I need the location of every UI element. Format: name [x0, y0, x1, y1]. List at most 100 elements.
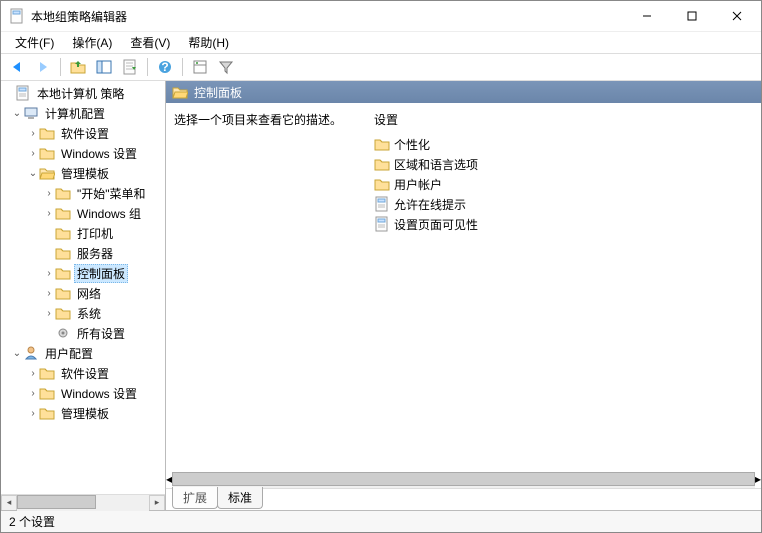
tree-windows-components[interactable]: › Windows 组	[1, 203, 165, 223]
show-hide-tree-button[interactable]	[92, 55, 116, 79]
list-item[interactable]: 设置页面可见性	[374, 214, 753, 234]
detail-pane: 控制面板 选择一个项目来查看它的描述。 设置 个性化 区域和语言选项	[166, 81, 761, 510]
folder-icon	[55, 185, 71, 201]
folder-icon	[374, 156, 390, 172]
folder-icon	[374, 136, 390, 152]
tree-user-windows[interactable]: › Windows 设置	[1, 383, 165, 403]
chevron-right-icon[interactable]: ›	[43, 208, 55, 219]
tab-extended[interactable]: 扩展	[172, 487, 218, 509]
chevron-down-icon[interactable]: ⌄	[11, 348, 23, 359]
detail-title: 控制面板	[194, 84, 242, 101]
folder-icon	[374, 176, 390, 192]
tree-windows-settings[interactable]: › Windows 设置	[1, 143, 165, 163]
tree-root[interactable]: ▸ 本地计算机 策略	[1, 83, 165, 103]
tab-standard[interactable]: 标准	[217, 487, 263, 509]
menu-view[interactable]: 查看(V)	[122, 32, 178, 53]
menu-file[interactable]: 文件(F)	[7, 32, 62, 53]
settings-heading: 设置	[374, 111, 753, 128]
help-button[interactable]: ?	[153, 55, 177, 79]
folder-icon	[39, 145, 55, 161]
scroll-right-button[interactable]: ▸	[755, 472, 761, 488]
up-button[interactable]	[66, 55, 90, 79]
tree-h-scrollbar[interactable]: ◂ ▸	[1, 494, 165, 510]
close-button[interactable]	[714, 2, 759, 30]
detail-tabs: 扩展 标准	[166, 488, 761, 510]
list-item[interactable]: 个性化	[374, 134, 753, 154]
list-item[interactable]: 用户帐户	[374, 174, 753, 194]
tree-user-software[interactable]: › 软件设置	[1, 363, 165, 383]
folder-icon	[39, 405, 55, 421]
filter-button[interactable]	[214, 55, 238, 79]
list-item[interactable]: 允许在线提示	[374, 194, 753, 214]
tree[interactable]: ▸ 本地计算机 策略 ⌄ 计算机配置 › 软件设置 › Wind	[1, 81, 165, 494]
window-title: 本地组策略编辑器	[31, 8, 624, 25]
titlebar: 本地组策略编辑器	[1, 1, 761, 31]
folder-icon	[55, 205, 71, 221]
folder-icon	[55, 245, 71, 261]
tree-network[interactable]: › 网络	[1, 283, 165, 303]
tree-all-settings[interactable]: › 所有设置	[1, 323, 165, 343]
computer-icon	[23, 105, 39, 121]
folder-icon	[39, 365, 55, 381]
folder-icon	[39, 125, 55, 141]
chevron-right-icon[interactable]: ›	[27, 368, 39, 379]
menubar: 文件(F) 操作(A) 查看(V) 帮助(H)	[1, 31, 761, 53]
policy-icon	[374, 196, 390, 212]
window: 本地组策略编辑器 文件(F) 操作(A) 查看(V) 帮助(H) ?	[0, 0, 762, 533]
folder-icon	[55, 305, 71, 321]
app-icon	[9, 8, 25, 24]
export-list-button[interactable]	[118, 55, 142, 79]
gear-icon	[55, 325, 71, 341]
policy-icon	[15, 85, 31, 101]
chevron-down-icon[interactable]: ⌄	[27, 168, 39, 179]
tree-computer-config[interactable]: ⌄ 计算机配置	[1, 103, 165, 123]
main-body: ▸ 本地计算机 策略 ⌄ 计算机配置 › 软件设置 › Wind	[1, 81, 761, 510]
user-icon	[23, 345, 39, 361]
tree-printers[interactable]: › 打印机	[1, 223, 165, 243]
description-prompt: 选择一个项目来查看它的描述。	[174, 111, 364, 128]
description-column: 选择一个项目来查看它的描述。	[174, 111, 374, 464]
tree-user-config[interactable]: ⌄ 用户配置	[1, 343, 165, 363]
chevron-right-icon[interactable]: ›	[43, 268, 55, 279]
back-button[interactable]	[5, 55, 29, 79]
chevron-right-icon[interactable]: ›	[43, 288, 55, 299]
chevron-right-icon[interactable]: ›	[43, 308, 55, 319]
tree-server[interactable]: › 服务器	[1, 243, 165, 263]
chevron-right-icon[interactable]: ›	[27, 408, 39, 419]
scroll-right-button[interactable]: ▸	[149, 495, 165, 511]
tree-control-panel[interactable]: › 控制面板	[1, 263, 165, 283]
statusbar: 2 个设置	[1, 510, 761, 532]
detail-h-scrollbar[interactable]: ◂ ▸	[166, 472, 761, 488]
status-text: 2 个设置	[9, 513, 55, 530]
settings-list: 设置 个性化 区域和语言选项 用户帐户 允许在	[374, 111, 753, 464]
chevron-down-icon[interactable]: ⌄	[11, 108, 23, 119]
tree-software-settings[interactable]: › 软件设置	[1, 123, 165, 143]
scroll-left-button[interactable]: ◂	[1, 495, 17, 511]
folder-open-icon	[39, 165, 55, 181]
chevron-right-icon[interactable]: ›	[27, 128, 39, 139]
forward-button[interactable]	[31, 55, 55, 79]
menu-action[interactable]: 操作(A)	[64, 32, 120, 53]
menu-help[interactable]: 帮助(H)	[180, 32, 237, 53]
minimize-button[interactable]	[624, 2, 669, 30]
properties-button[interactable]	[188, 55, 212, 79]
chevron-right-icon[interactable]: ›	[27, 388, 39, 399]
folder-icon	[55, 265, 71, 281]
svg-text:?: ?	[161, 60, 168, 74]
tree-user-admin[interactable]: › 管理模板	[1, 403, 165, 423]
folder-icon	[55, 285, 71, 301]
tree-start-menu[interactable]: › "开始"菜单和	[1, 183, 165, 203]
detail-header: 控制面板	[166, 81, 761, 103]
folder-icon	[55, 225, 71, 241]
toolbar: ?	[1, 53, 761, 81]
tree-pane: ▸ 本地计算机 策略 ⌄ 计算机配置 › 软件设置 › Wind	[1, 81, 166, 510]
chevron-right-icon[interactable]: ›	[43, 188, 55, 199]
policy-icon	[374, 216, 390, 232]
list-item[interactable]: 区域和语言选项	[374, 154, 753, 174]
tree-admin-templates[interactable]: ⌄ 管理模板	[1, 163, 165, 183]
tree-system[interactable]: › 系统	[1, 303, 165, 323]
folder-open-icon	[172, 84, 188, 100]
folder-icon	[39, 385, 55, 401]
maximize-button[interactable]	[669, 2, 714, 30]
chevron-right-icon[interactable]: ›	[27, 148, 39, 159]
